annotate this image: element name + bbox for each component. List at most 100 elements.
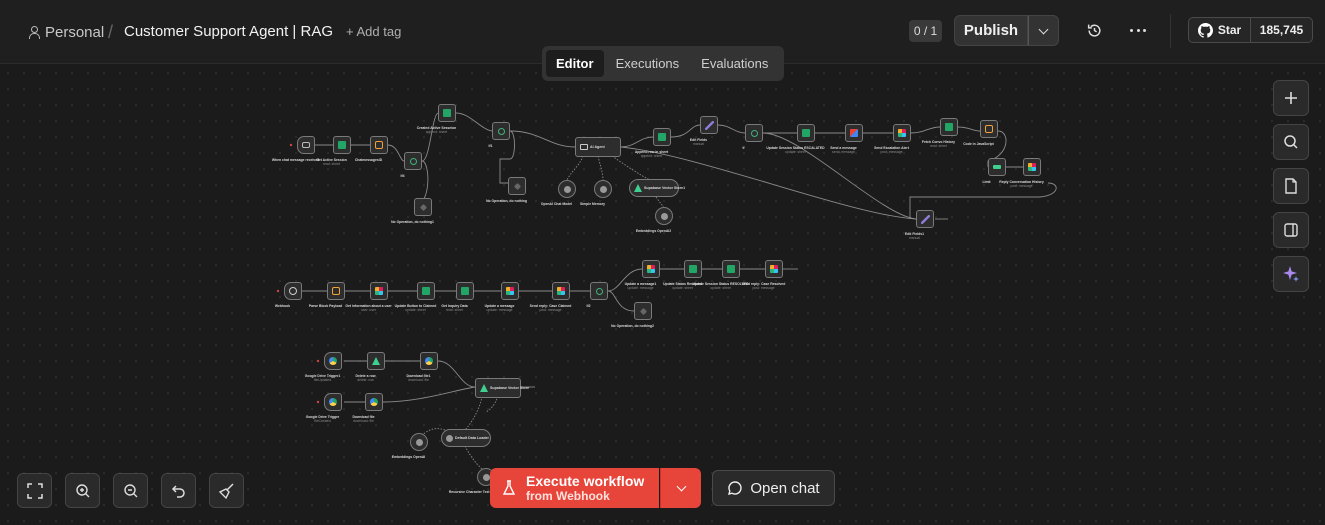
simple-memory-node[interactable]: Simple Memory xyxy=(580,180,612,206)
publish-dropdown-button[interactable] xyxy=(1028,15,1059,46)
code-icon xyxy=(375,141,383,149)
google-sheets-icon xyxy=(689,265,697,273)
if-icon xyxy=(750,129,758,137)
default-data-loader-node[interactable]: Default Data Loader xyxy=(441,429,491,447)
node-sub: post: message xyxy=(539,308,562,312)
if-icon xyxy=(595,287,603,295)
github-star-widget[interactable]: Star 185,745 xyxy=(1188,17,1313,43)
google-sheets-icon xyxy=(945,123,953,131)
github-star-button[interactable]: Star xyxy=(1189,18,1251,42)
update-message-node[interactable]: Update a message update: message xyxy=(485,282,519,312)
supabase-vector-store-node[interactable]: Supabase Vector Store xyxy=(475,378,529,398)
openai-icon xyxy=(415,438,423,446)
webhook-icon xyxy=(289,287,297,295)
document-icon xyxy=(1285,178,1297,194)
embeddings-openai2-node[interactable]: Embeddings OpenAI2 xyxy=(636,207,673,233)
more-options-icon[interactable] xyxy=(1130,29,1146,33)
embeddings-openai-node[interactable]: Embeddings OpenAI xyxy=(392,433,428,459)
breadcrumb-separator: / xyxy=(108,21,114,42)
slack-icon xyxy=(1028,163,1036,171)
openai-chat-model-node[interactable]: OpenAI Chat Model xyxy=(541,180,576,206)
created-active-session-node[interactable]: Created Active Sesseion append: sheet xyxy=(417,104,456,134)
webhook-node[interactable]: Webhook xyxy=(275,282,302,308)
github-star-count[interactable]: 185,745 xyxy=(1251,18,1312,42)
update-session-escalated-node[interactable]: Update Session Status ESCALATED update: s… xyxy=(766,124,825,154)
chevron-down-icon xyxy=(676,481,686,492)
edit-fields1-node[interactable]: Edit Fields1 manual xyxy=(905,210,934,240)
parse-block-payload-node[interactable]: Parse Block Payload xyxy=(309,282,345,308)
fetch-convo-history-node[interactable]: Fetch Convo History read: sheet xyxy=(922,118,958,148)
add-node-button[interactable] xyxy=(1273,80,1309,116)
chatmessagesid-node[interactable]: ChatmessagesID xyxy=(355,136,388,162)
supabase-vector-store1-node[interactable]: Supabase Vector Store1 xyxy=(629,179,685,197)
update-message1-node[interactable]: Update a message1 update: message xyxy=(625,260,660,290)
tab-evaluations[interactable]: Evaluations xyxy=(691,50,778,77)
send-message-node[interactable]: Send a message send: message xyxy=(830,124,863,154)
toggle-panel-button[interactable] xyxy=(1273,212,1309,248)
supabase-icon xyxy=(480,384,488,392)
gmail-icon xyxy=(850,129,858,137)
update-button-claimed-node[interactable]: Update Button to Claimed update: sheet xyxy=(395,282,436,312)
tab-executions[interactable]: Executions xyxy=(606,50,690,77)
tab-editor[interactable]: Editor xyxy=(546,50,604,77)
limit-node[interactable]: Limit xyxy=(982,158,1006,184)
ai-agent-node[interactable]: AI Agent xyxy=(575,137,621,157)
update-status-resolved-node[interactable]: Update Status Resolved update: sheet xyxy=(663,260,702,290)
send-reply-resolved-node[interactable]: Send reply: Case Resolved post: message xyxy=(742,260,785,290)
publish-button[interactable]: Publish xyxy=(954,15,1028,46)
workflow-canvas[interactable]: When chat message received Get Active Se… xyxy=(0,65,1325,525)
no-op-icon xyxy=(639,307,647,315)
if2-node[interactable]: If2 xyxy=(587,282,608,308)
google-sheets-icon xyxy=(727,265,735,273)
google-drive-trigger-node[interactable]: Google Drive Trigger fileCreated xyxy=(306,393,342,423)
delete-row-node[interactable]: Delete a row delete: row xyxy=(356,352,385,382)
breadcrumb-personal[interactable]: Personal xyxy=(28,22,104,42)
update-session-resolved-node[interactable]: Update Session Status RESOLVED update: sh… xyxy=(692,260,749,290)
sticky-note-button[interactable] xyxy=(1273,168,1309,204)
slack-icon xyxy=(647,265,655,273)
google-sheets-icon xyxy=(461,287,469,295)
code-in-javascript-node[interactable]: Code in JavaScript xyxy=(963,120,998,146)
if1-node[interactable]: If1 xyxy=(489,122,510,148)
get-active-session-node[interactable]: Get Active Session read: sheet xyxy=(316,136,351,166)
execute-dropdown-button[interactable] xyxy=(660,468,701,508)
edit-fields-node[interactable]: Edit Fields manual xyxy=(690,116,718,146)
reply-conversation-history-node[interactable]: Reply Conversation History post: message xyxy=(999,158,1044,188)
get-user-info-node[interactable]: Get information about a user user: user xyxy=(345,282,392,312)
if-node[interactable]: If xyxy=(742,124,763,150)
download-file1-node[interactable]: Download file1 download: file xyxy=(407,352,438,382)
no-op-2-node[interactable]: No Operation, do nothing2 xyxy=(611,302,654,328)
node-sub: post: message xyxy=(752,286,775,290)
google-drive-icon xyxy=(425,357,433,365)
node-label: Embeddings OpenAI xyxy=(391,455,426,459)
tidy-up-button[interactable] xyxy=(209,473,244,508)
get-inquiry-data-node[interactable]: Get Inquiry Data read: sheet xyxy=(441,282,474,312)
workflow-title[interactable]: Customer Support Agent | RAG xyxy=(124,23,333,40)
zoom-out-button[interactable] xyxy=(113,473,148,508)
zoom-in-button[interactable] xyxy=(65,473,100,508)
download-file-node[interactable]: Download file download: file xyxy=(352,393,383,423)
github-icon xyxy=(1197,22,1213,38)
google-sheets-icon xyxy=(443,109,451,117)
add-tag-button[interactable]: + Add tag xyxy=(346,24,401,39)
if4-node[interactable]: If4 xyxy=(401,152,422,178)
open-chat-button[interactable]: Open chat xyxy=(712,470,835,506)
execute-workflow-button[interactable]: Execute workflow from Webhook xyxy=(490,468,659,508)
undo-button[interactable] xyxy=(161,473,196,508)
version-badge[interactable]: 0 / 1 xyxy=(909,20,942,42)
no-op-node[interactable]: No Operation, do nothing xyxy=(486,177,527,203)
slack-icon xyxy=(557,287,565,295)
no-op-1-node[interactable]: No Operation, do nothing1 xyxy=(391,198,434,224)
if-icon xyxy=(409,157,417,165)
ai-assistant-button[interactable] xyxy=(1273,256,1309,292)
data-loader-icon xyxy=(446,434,453,442)
history-icon[interactable] xyxy=(1086,22,1103,39)
node-sub: delete: row xyxy=(357,378,374,382)
slack-icon xyxy=(770,265,778,273)
fit-view-button[interactable] xyxy=(17,473,52,508)
google-drive-trigger1-node[interactable]: Google Drive Trigger1 fileUpdated xyxy=(305,352,342,382)
send-reply-claimed-node[interactable]: Send reply: Case Claimed post: message xyxy=(530,282,571,312)
header-divider xyxy=(1170,14,1171,48)
search-nodes-button[interactable] xyxy=(1273,124,1309,160)
chat-trigger-node[interactable]: When chat message received xyxy=(272,136,319,162)
